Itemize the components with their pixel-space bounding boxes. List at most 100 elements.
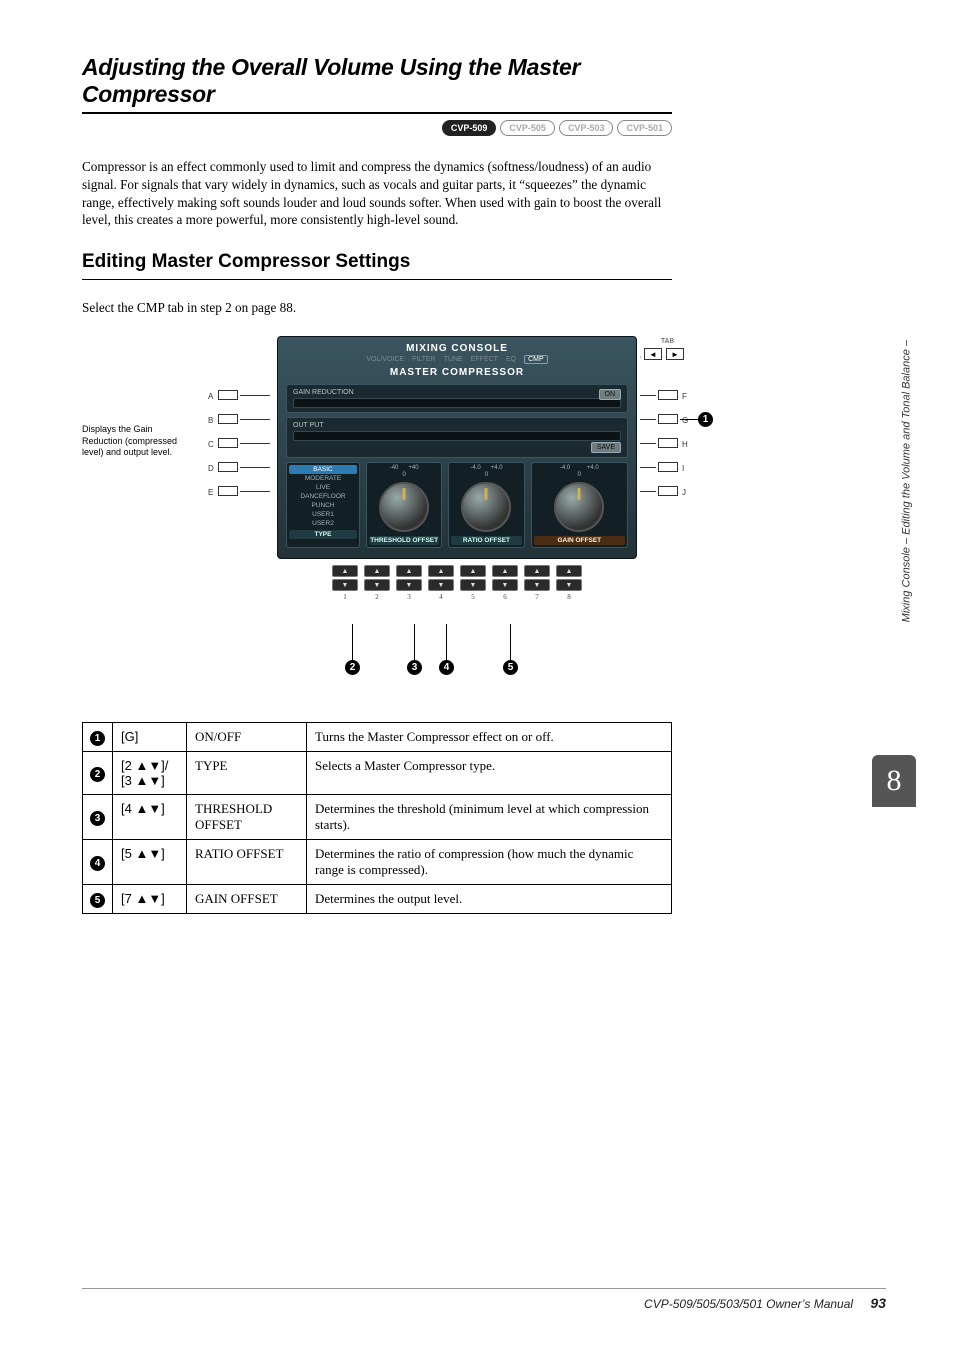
ratio-header: RATIO OFFSET (451, 536, 521, 545)
panel-label-f: F (682, 392, 687, 401)
parameters-table: 1 [G] ON/OFF Turns the Master Compressor… (82, 722, 672, 914)
param-cell: GAIN OFFSET (187, 885, 307, 914)
up-button-2[interactable]: ▲ (364, 565, 390, 577)
down-button-3[interactable]: ▼ (396, 579, 422, 591)
leader-line (240, 467, 270, 468)
gain-reduction-label: GAIN REDUCTION (293, 389, 621, 396)
callout-1: 1 (698, 412, 713, 427)
panel-button-f[interactable] (658, 390, 678, 400)
console-tabs: VOL/VOICEFILTERTUNEEFFECTEQCMP (286, 356, 628, 363)
button-cell: [4 ▲▼] (113, 795, 187, 840)
type-option[interactable]: USER2 (289, 519, 357, 528)
type-option[interactable]: DANCEFLOOR (289, 492, 357, 501)
table-row: 2 [2 ▲▼]/ [3 ▲▼] TYPE Selects a Master C… (83, 752, 672, 795)
subheading: Editing Master Compressor Settings (82, 251, 672, 280)
panel-label-d: D (208, 464, 214, 473)
type-header: TYPE (289, 530, 357, 539)
type-option[interactable]: LIVE (289, 483, 357, 492)
panel-button-j[interactable] (658, 486, 678, 496)
type-option[interactable]: PUNCH (289, 501, 357, 510)
panel-label-j: J (682, 488, 686, 497)
up-button-6[interactable]: ▲ (492, 565, 518, 577)
type-option[interactable]: USER1 (289, 510, 357, 519)
panel-button-c[interactable] (218, 438, 238, 448)
desc-cell: Determines the output level. (307, 885, 672, 914)
type-column[interactable]: BASIC MODERATE LIVE DANCEFLOOR PUNCH USE… (286, 462, 360, 548)
panel-button-g[interactable] (658, 414, 678, 424)
gain-reduction-meter (293, 398, 621, 408)
up-button-1[interactable]: ▲ (332, 565, 358, 577)
down-button-1[interactable]: ▼ (332, 579, 358, 591)
intro-paragraph: Compressor is an effect commonly used to… (82, 158, 672, 229)
model-badges: CVP-509 CVP-505 CVP-503 CVP-501 (82, 120, 672, 136)
gain-reduction-panel: GAIN REDUCTION ON (286, 384, 628, 413)
leader-line (240, 395, 270, 396)
callout-2: 2 (345, 660, 360, 675)
panel-button-a[interactable] (218, 390, 238, 400)
row-num: 2 (90, 767, 105, 782)
up-button-8[interactable]: ▲ (556, 565, 582, 577)
up-button-5[interactable]: ▲ (460, 565, 486, 577)
panel-label-h: H (682, 440, 688, 449)
panel-button-h[interactable] (658, 438, 678, 448)
down-button-5[interactable]: ▼ (460, 579, 486, 591)
ratio-dial[interactable] (461, 482, 511, 532)
tab-prev-button[interactable]: ◄ (644, 348, 662, 360)
threshold-header: THRESHOLD OFFSET (369, 536, 439, 545)
panel-label-i: I (682, 464, 684, 473)
down-button-7[interactable]: ▼ (524, 579, 550, 591)
up-button-7[interactable]: ▲ (524, 565, 550, 577)
callout-4: 4 (439, 660, 454, 675)
gain-column: -4.0 +4.0 0 GAIN OFFSET (531, 462, 628, 548)
leader-line (640, 467, 656, 468)
down-button-2[interactable]: ▼ (364, 579, 390, 591)
mixing-console-screenshot: MIXING CONSOLE VOL/VOICEFILTERTUNEEFFECT… (277, 336, 637, 559)
callout-line (414, 624, 415, 660)
ratio-column: -4.0 +4.0 0 RATIO OFFSET (448, 462, 524, 548)
panel-label-c: C (208, 440, 214, 449)
panel-label-e: E (208, 488, 213, 497)
panel-button-i[interactable] (658, 462, 678, 472)
down-button-8[interactable]: ▼ (556, 579, 582, 591)
panel-button-b[interactable] (218, 414, 238, 424)
up-button-4[interactable]: ▲ (428, 565, 454, 577)
panel-button-e[interactable] (218, 486, 238, 496)
badge-cvp-503: CVP-503 (559, 120, 614, 136)
type-option[interactable]: MODERATE (289, 474, 357, 483)
footer-rule (82, 1288, 886, 1289)
desc-cell: Determines the threshold (minimum level … (307, 795, 672, 840)
footer-text: CVP-509/505/503/501 Owner’s Manual (644, 1297, 853, 1311)
master-compressor-title: MASTER COMPRESSOR (286, 367, 628, 378)
save-button[interactable]: SAVE (591, 442, 621, 453)
panel-button-d[interactable] (218, 462, 238, 472)
callout-5: 5 (503, 660, 518, 675)
up-button-3[interactable]: ▲ (396, 565, 422, 577)
badge-cvp-509: CVP-509 (442, 120, 497, 136)
on-button[interactable]: ON (599, 389, 622, 400)
tab-label: TAB (661, 338, 674, 345)
leader-line (240, 491, 270, 492)
row-num: 3 (90, 811, 105, 826)
section-title: Adjusting the Overall Volume Using the M… (82, 54, 672, 114)
down-button-4[interactable]: ▼ (428, 579, 454, 591)
table-row: 1 [G] ON/OFF Turns the Master Compressor… (83, 723, 672, 752)
type-option[interactable]: BASIC (289, 465, 357, 474)
gain-dial[interactable] (554, 482, 604, 532)
param-cell: THRESHOLD OFFSET (187, 795, 307, 840)
gain-header: GAIN OFFSET (534, 536, 625, 545)
side-chapter-label: Mixing Console – Editing the Volume and … (900, 340, 912, 622)
param-cell: TYPE (187, 752, 307, 795)
param-cell: RATIO OFFSET (187, 840, 307, 885)
button-cell: [G] (113, 723, 187, 752)
down-button-6[interactable]: ▼ (492, 579, 518, 591)
panel-label-b: B (208, 416, 213, 425)
threshold-dial[interactable] (379, 482, 429, 532)
table-row: 4 [5 ▲▼] RATIO OFFSET Determines the rat… (83, 840, 672, 885)
badge-cvp-505: CVP-505 (500, 120, 555, 136)
console-title: MIXING CONSOLE (286, 343, 628, 354)
bottom-button-row: ▲▼1 ▲▼2 ▲▼3 ▲▼4 ▲▼5 ▲▼6 ▲▼7 ▲▼8 (277, 565, 637, 601)
desc-cell: Determines the ratio of compression (how… (307, 840, 672, 885)
panel-label-a: A (208, 392, 213, 401)
tab-next-button[interactable]: ► (666, 348, 684, 360)
callout-3: 3 (407, 660, 422, 675)
